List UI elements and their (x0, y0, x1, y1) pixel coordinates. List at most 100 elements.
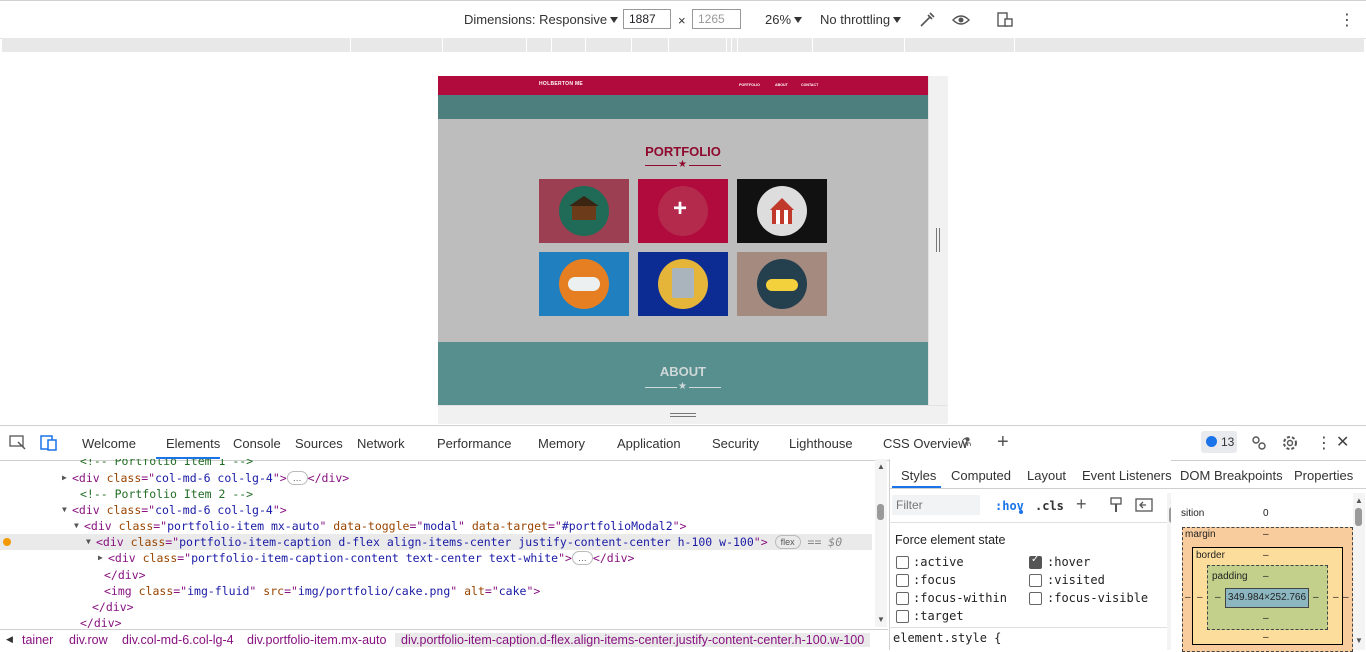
margin-top-value: – (1263, 529, 1269, 540)
portfolio-tile-cabin[interactable] (539, 179, 629, 243)
tab-security[interactable]: Security (712, 436, 759, 451)
breadcrumb-item[interactable]: div.portfolio-item.mx-auto (247, 633, 386, 647)
resize-handle-right[interactable] (928, 76, 948, 423)
add-tab-icon[interactable]: + (997, 431, 1009, 454)
tab-properties[interactable]: Properties (1294, 468, 1353, 483)
tab-dom-breakpoints[interactable]: DOM Breakpoints (1180, 468, 1283, 483)
dom-node[interactable]: </div> (0, 599, 872, 615)
times-sign: × (678, 13, 686, 28)
active-tab-indicator (892, 486, 941, 488)
toggle-sidebar-icon[interactable] (1135, 498, 1153, 512)
active-dot (1019, 510, 1023, 514)
portfolio-tile-game[interactable] (539, 252, 629, 316)
paint-brush-icon[interactable] (1109, 497, 1123, 513)
rotate-icon[interactable] (996, 11, 1014, 29)
expand-down-icon[interactable]: ▼ (74, 518, 79, 534)
breadcrumb-item[interactable]: tainer (22, 633, 53, 647)
portfolio-tile-circus[interactable] (737, 179, 827, 243)
gear-icon[interactable] (1281, 434, 1299, 452)
portfolio-tile-submarine[interactable] (737, 252, 827, 316)
checkbox-active[interactable] (896, 556, 909, 569)
tab-application[interactable]: Application (617, 436, 681, 451)
site-brand[interactable]: HOLBERTON ME (539, 81, 583, 87)
new-rule-icon[interactable]: + (1076, 494, 1087, 515)
divider-line (689, 165, 721, 166)
breadcrumb-item[interactable]: div.row (69, 633, 108, 647)
element-style-rule[interactable]: element.style { (893, 631, 1001, 645)
dom-node[interactable]: <img class="img-fluid" src="img/portfoli… (0, 583, 872, 599)
customize-icon[interactable] (1250, 434, 1268, 452)
dom-node[interactable]: </div> (0, 567, 872, 583)
cls-toggle[interactable]: .cls (1035, 499, 1064, 513)
tab-network[interactable]: Network (357, 436, 405, 451)
width-input[interactable]: 1887 (623, 9, 671, 29)
box-scrollbar[interactable]: ▲ ▼ (1353, 493, 1365, 650)
device-viewport[interactable]: HOLBERTON ME PORTFOLIO ABOUT CONTACT POR… (438, 76, 928, 405)
tab-layout[interactable]: Layout (1027, 468, 1066, 483)
vision-icon[interactable] (952, 12, 970, 28)
tab-performance[interactable]: Performance (437, 436, 511, 451)
height-input[interactable]: 1265 (692, 9, 741, 29)
breadcrumb-item-selected[interactable]: div.portfolio-item-caption.d-flex.align-… (395, 633, 871, 647)
nav-link-about[interactable]: ABOUT (775, 83, 788, 87)
resize-handle-bottom[interactable] (438, 405, 947, 424)
checkbox-hover[interactable]: ✓ (1029, 554, 1042, 569)
tab-welcome[interactable]: Welcome (82, 436, 136, 451)
zoom-dropdown[interactable]: 26% (765, 12, 803, 27)
media-query-ruler[interactable] (2, 38, 1364, 52)
chevron-down-icon (893, 17, 902, 23)
more-options-icon[interactable]: ⋮ (1316, 433, 1332, 453)
expand-down-icon[interactable]: ▼ (86, 534, 91, 550)
dom-node[interactable]: </div> (0, 615, 872, 629)
dom-node[interactable]: ▶ <div class="col-md-6 col-lg-4">… </div> (0, 470, 872, 486)
dom-node[interactable]: ▼ <div class="portfolio-item mx-auto" dat… (0, 518, 872, 534)
device-toggle-icon[interactable] (40, 434, 58, 452)
divider-line (689, 387, 721, 388)
state-visited-label: :visited (1047, 573, 1105, 587)
nav-link-contact[interactable]: CONTACT (801, 83, 818, 87)
dom-node-text: <div class="portfolio-item-caption-conte… (108, 551, 635, 565)
dom-node[interactable]: <!-- Portfolio Item 1 --> (0, 459, 872, 469)
dimensions-dropdown[interactable]: Dimensions: Responsive (464, 12, 619, 27)
checkbox-visited[interactable] (1029, 574, 1042, 587)
box-content-size[interactable]: 349.984×252.766 (1225, 588, 1309, 608)
dom-node-text: <div class="portfolio-item-caption d-fle… (96, 535, 843, 549)
tab-css-overview[interactable]: CSS Overview (883, 436, 968, 451)
dom-node[interactable]: <!-- Portfolio Item 2 --> (0, 486, 872, 502)
styles-filter-input[interactable] (892, 495, 980, 515)
dom-node[interactable]: ▶ <div class="portfolio-item-caption-cont… (0, 550, 872, 566)
cabin-icon (559, 186, 609, 236)
tab-elements[interactable]: Elements (166, 436, 220, 451)
checkbox-focus-visible[interactable] (1029, 592, 1042, 605)
expand-down-icon[interactable]: ▼ (62, 502, 67, 518)
tab-event-listeners[interactable]: Event Listeners (1082, 468, 1172, 483)
nav-link-portfolio[interactable]: PORTFOLIO (739, 83, 760, 87)
sensor-pen-icon[interactable] (918, 11, 936, 29)
expand-right-icon[interactable]: ▶ (62, 470, 67, 486)
tab-computed[interactable]: Computed (951, 468, 1011, 483)
issues-badge[interactable]: 13 (1201, 431, 1237, 453)
breadcrumb-item[interactable]: div.col-md-6.col-lg-4 (122, 633, 234, 647)
tab-styles[interactable]: Styles (901, 468, 936, 483)
throttling-dropdown[interactable]: No throttling (820, 12, 902, 27)
tab-sources[interactable]: Sources (295, 436, 343, 451)
inspect-element-icon[interactable] (9, 435, 27, 451)
checkbox-focus[interactable] (896, 574, 909, 587)
checkbox-focus-within[interactable] (896, 592, 909, 605)
portfolio-tile-safe[interactable] (638, 252, 728, 316)
dom-node[interactable]: ▼ <div class="col-md-6 col-lg-4"> (0, 502, 872, 518)
checkbox-target[interactable] (896, 610, 909, 623)
tab-lighthouse[interactable]: Lighthouse (789, 436, 853, 451)
scroll-left-icon[interactable]: ◀ (6, 634, 13, 645)
more-options-icon[interactable]: ⋮ (1339, 10, 1355, 30)
close-icon[interactable]: ✕ (1336, 432, 1349, 452)
dom-tree[interactable]: <!-- Portfolio Item 1 --> ▶ <div class="co… (0, 459, 888, 629)
portfolio-tile-hovered[interactable]: + (638, 179, 728, 243)
dom-node-selected[interactable]: ▼ <div class="portfolio-item-caption d-fl… (0, 534, 872, 550)
expand-right-icon[interactable]: ▶ (98, 550, 103, 566)
dom-scrollbar[interactable]: ▲ ▼ (875, 459, 887, 627)
tab-console[interactable]: Console (233, 436, 281, 451)
tab-memory[interactable]: Memory (538, 436, 585, 451)
about-heading: ABOUT (659, 364, 707, 379)
site-navbar: HOLBERTON ME PORTFOLIO ABOUT CONTACT (438, 76, 928, 95)
